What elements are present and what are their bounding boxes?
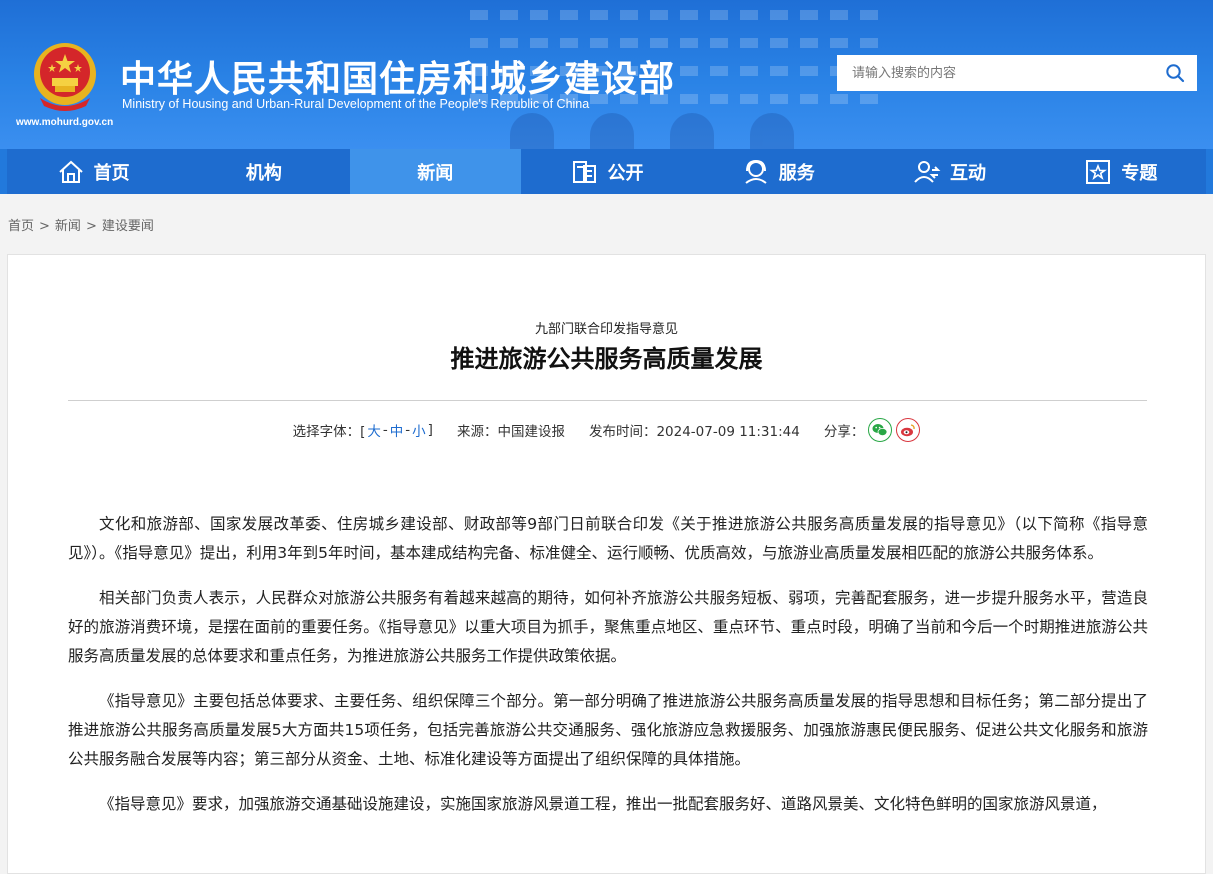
article-paragraph: 《指导意见》主要包括总体要求、主要任务、组织保障三个部分。第一部分明确了推进旅游… — [68, 692, 1148, 768]
font-size-medium-link[interactable]: 中 — [390, 420, 404, 440]
nav-label-topics: 专题 — [1121, 162, 1158, 184]
font-size-selector: 选择字体：[ 大 - 中 - 小 ] — [293, 420, 433, 440]
breadcrumb-separator: > — [39, 219, 50, 234]
nav-item-home[interactable]: 首页 — [7, 149, 178, 194]
breadcrumb-separator: > — [85, 219, 97, 234]
site-url: www.mohurd.gov.cn — [16, 117, 114, 128]
weibo-icon — [901, 424, 916, 437]
interaction-icon — [914, 160, 941, 183]
nav-item-public[interactable]: 公开 — [521, 149, 692, 194]
article-headline: 推进旅游公共服务高质量发展 — [450, 345, 763, 373]
service-icon — [745, 159, 767, 184]
nav-label-public: 公开 — [607, 162, 644, 184]
nav-item-service[interactable]: 服务 — [692, 149, 863, 194]
breadcrumb-news-link[interactable]: 新闻 — [55, 219, 81, 234]
nav-item-organization[interactable]: 机构 — [178, 149, 349, 194]
font-size-large-link[interactable]: 大 — [367, 420, 381, 440]
national-emblem-icon — [34, 43, 96, 111]
nav-label-service: 服务 — [778, 162, 815, 184]
site-title-cn: 中华人民共和国住房和城乡建设部 — [120, 59, 676, 100]
font-size-small-link[interactable]: 小 — [412, 420, 426, 440]
search-box — [837, 55, 1197, 91]
article-divider — [68, 400, 1147, 401]
article-body: 文化和旅游部、国家发展改革委、住房城乡建设部、财政部等9部门日前联合印发《关于推… — [68, 510, 1148, 835]
share-group: 分享： — [824, 418, 921, 442]
nav-label-interaction: 互动 — [950, 162, 987, 184]
nav-label-organization: 机构 — [245, 162, 282, 184]
site-header: www.mohurd.gov.cn 中华人民共和国住房和城乡建设部 Minist… — [0, 0, 1213, 149]
font-size-dash: - — [405, 422, 411, 438]
search-icon — [1166, 64, 1185, 83]
nav-item-news[interactable]: 新闻 — [349, 149, 521, 194]
font-size-dash: - — [382, 422, 388, 438]
article-paragraph: 文化和旅游部、国家发展改革委、住房城乡建设部、财政部等9部门日前联合印发《关于推… — [68, 515, 1148, 562]
font-size-label: 选择字体：[ — [292, 424, 366, 440]
home-icon — [58, 160, 83, 183]
font-size-end: ] — [427, 422, 433, 438]
share-label: 分享： — [823, 424, 865, 440]
search-input[interactable] — [837, 55, 1153, 91]
nav-label-news: 新闻 — [417, 162, 454, 184]
article-kicker: 九部门联合印发指导意见 — [534, 322, 678, 337]
breadcrumb: 首页 > 新闻 > 建设要闻 — [8, 215, 154, 234]
breadcrumb-current-link[interactable]: 建设要闻 — [102, 219, 154, 234]
nav-item-topics[interactable]: 专题 — [1035, 149, 1206, 194]
article-paragraph: 《指导意见》要求，加强旅游交通基础设施建设，实施国家旅游风景道工程，推出一批配套… — [99, 795, 1107, 813]
wechat-share-button[interactable] — [868, 418, 893, 442]
document-icon — [573, 160, 597, 183]
article-source: 来源：中国建设报 — [456, 424, 565, 440]
article-paragraph: 相关部门负责人表示，人民群众对旅游公共服务有着越来越高的期待，如何补齐旅游公共服… — [68, 589, 1148, 665]
main-nav: 首页 机构 新闻 公开 服务 互动 专题 — [7, 149, 1206, 194]
nav-item-interaction[interactable]: 互动 — [863, 149, 1034, 194]
nav-label-home: 首页 — [93, 162, 130, 184]
weibo-share-button[interactable] — [896, 418, 921, 442]
search-button[interactable] — [1153, 55, 1197, 91]
site-title-en: Ministry of Housing and Urban-Rural Deve… — [122, 97, 590, 111]
star-box-icon — [1086, 159, 1111, 184]
article-panel: 九部门联合印发指导意见 推进旅游公共服务高质量发展 选择字体：[ 大 - 中 -… — [7, 254, 1206, 874]
breadcrumb-home-link[interactable]: 首页 — [8, 219, 34, 234]
wechat-icon — [872, 424, 888, 436]
article-meta: 选择字体：[ 大 - 中 - 小 ] 来源：中国建设报 发布时间：2024-07… — [8, 418, 1205, 442]
article-publish-time: 发布时间：2024-07-09 11:31:44 — [588, 424, 800, 440]
